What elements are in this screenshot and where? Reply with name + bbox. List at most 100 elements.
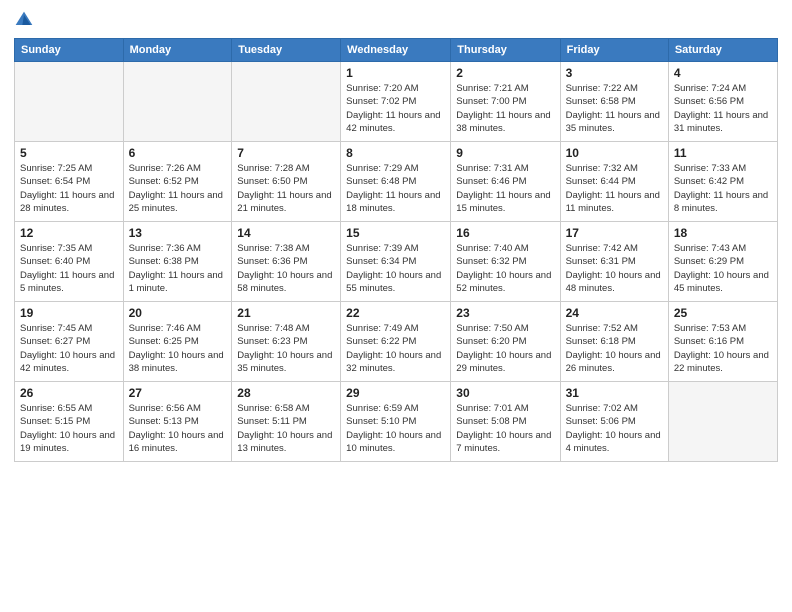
- calendar-cell: 28 Sunrise: 6:58 AM Sunset: 5:11 PM Dayli…: [232, 382, 341, 462]
- calendar-cell: 11 Sunrise: 7:33 AM Sunset: 6:42 PM Dayli…: [668, 142, 777, 222]
- calendar-week-1: 5 Sunrise: 7:25 AM Sunset: 6:54 PM Daylig…: [15, 142, 778, 222]
- calendar-header: SundayMondayTuesdayWednesdayThursdayFrid…: [15, 39, 778, 62]
- calendar-cell: 29 Sunrise: 6:59 AM Sunset: 5:10 PM Dayli…: [341, 382, 451, 462]
- calendar-cell: 20 Sunrise: 7:46 AM Sunset: 6:25 PM Dayli…: [123, 302, 232, 382]
- calendar-cell: 4 Sunrise: 7:24 AM Sunset: 6:56 PM Daylig…: [668, 62, 777, 142]
- day-number: 31: [566, 386, 663, 400]
- day-info: Sunrise: 6:59 AM Sunset: 5:10 PM Dayligh…: [346, 402, 445, 455]
- day-number: 8: [346, 146, 445, 160]
- calendar-cell: 23Sunrise: 7:50 AM Sunset: 6:20 PM Dayli…: [451, 302, 560, 382]
- calendar-cell: 21 Sunrise: 7:48 AM Sunset: 6:23 PM Dayli…: [232, 302, 341, 382]
- day-info: Sunrise: 7:39 AM Sunset: 6:34 PM Dayligh…: [346, 242, 445, 295]
- calendar-cell: 2Sunrise: 7:21 AM Sunset: 7:00 PM Daylig…: [451, 62, 560, 142]
- day-info: Sunrise: 7:48 AM Sunset: 6:23 PM Dayligh…: [237, 322, 335, 375]
- day-number: 25: [674, 306, 772, 320]
- day-number: 19: [20, 306, 118, 320]
- day-info: Sunrise: 7:01 AM Sunset: 5:08 PM Dayligh…: [456, 402, 554, 455]
- day-number: 1: [346, 66, 445, 80]
- day-info: Sunrise: 7:42 AM Sunset: 6:31 PM Dayligh…: [566, 242, 663, 295]
- day-number: 28: [237, 386, 335, 400]
- calendar-cell: 10 Sunrise: 7:32 AM Sunset: 6:44 PM Dayli…: [560, 142, 668, 222]
- day-number: 22: [346, 306, 445, 320]
- day-info: Sunrise: 7:20 AM Sunset: 7:02 PM Dayligh…: [346, 82, 445, 135]
- day-number: 2: [456, 66, 554, 80]
- page: SundayMondayTuesdayWednesdayThursdayFrid…: [0, 0, 792, 612]
- weekday-header-sunday: Sunday: [15, 39, 124, 62]
- weekday-header-thursday: Thursday: [451, 39, 560, 62]
- calendar-cell: [123, 62, 232, 142]
- day-info: Sunrise: 7:38 AM Sunset: 6:36 PM Dayligh…: [237, 242, 335, 295]
- calendar-cell: 12 Sunrise: 7:35 AM Sunset: 6:40 PM Dayli…: [15, 222, 124, 302]
- day-info: Sunrise: 7:36 AM Sunset: 6:38 PM Dayligh…: [129, 242, 227, 295]
- weekday-header-tuesday: Tuesday: [232, 39, 341, 62]
- day-info: Sunrise: 7:35 AM Sunset: 6:40 PM Dayligh…: [20, 242, 118, 295]
- calendar-cell: 25 Sunrise: 7:53 AM Sunset: 6:16 PM Dayli…: [668, 302, 777, 382]
- day-info: Sunrise: 6:55 AM Sunset: 5:15 PM Dayligh…: [20, 402, 118, 455]
- day-number: 12: [20, 226, 118, 240]
- day-number: 6: [129, 146, 227, 160]
- day-number: 16: [456, 226, 554, 240]
- day-info: Sunrise: 7:02 AM Sunset: 5:06 PM Dayligh…: [566, 402, 663, 455]
- calendar-cell: 14 Sunrise: 7:38 AM Sunset: 6:36 PM Dayli…: [232, 222, 341, 302]
- day-info: Sunrise: 7:32 AM Sunset: 6:44 PM Dayligh…: [566, 162, 663, 215]
- calendar-cell: 1 Sunrise: 7:20 AM Sunset: 7:02 PM Daylig…: [341, 62, 451, 142]
- day-number: 13: [129, 226, 227, 240]
- calendar-week-2: 12 Sunrise: 7:35 AM Sunset: 6:40 PM Dayli…: [15, 222, 778, 302]
- weekday-header-wednesday: Wednesday: [341, 39, 451, 62]
- day-number: 5: [20, 146, 118, 160]
- day-info: Sunrise: 7:25 AM Sunset: 6:54 PM Dayligh…: [20, 162, 118, 215]
- calendar-cell: 16 Sunrise: 7:40 AM Sunset: 6:32 PM Dayli…: [451, 222, 560, 302]
- day-info: Sunrise: 7:40 AM Sunset: 6:32 PM Dayligh…: [456, 242, 554, 295]
- day-info: Sunrise: 7:46 AM Sunset: 6:25 PM Dayligh…: [129, 322, 227, 375]
- day-info: Sunrise: 7:45 AM Sunset: 6:27 PM Dayligh…: [20, 322, 118, 375]
- calendar-table: SundayMondayTuesdayWednesdayThursdayFrid…: [14, 38, 778, 462]
- calendar-cell: 13 Sunrise: 7:36 AM Sunset: 6:38 PM Dayli…: [123, 222, 232, 302]
- day-info: Sunrise: 7:31 AM Sunset: 6:46 PM Dayligh…: [456, 162, 554, 215]
- day-info: Sunrise: 7:33 AM Sunset: 6:42 PM Dayligh…: [674, 162, 772, 215]
- weekday-row: SundayMondayTuesdayWednesdayThursdayFrid…: [15, 39, 778, 62]
- calendar-cell: 27 Sunrise: 6:56 AM Sunset: 5:13 PM Dayli…: [123, 382, 232, 462]
- day-number: 4: [674, 66, 772, 80]
- calendar-cell: 6 Sunrise: 7:26 AM Sunset: 6:52 PM Daylig…: [123, 142, 232, 222]
- calendar-cell: 5 Sunrise: 7:25 AM Sunset: 6:54 PM Daylig…: [15, 142, 124, 222]
- calendar-cell: 26 Sunrise: 6:55 AM Sunset: 5:15 PM Dayli…: [15, 382, 124, 462]
- day-number: 29: [346, 386, 445, 400]
- logo-icon: [14, 10, 34, 30]
- day-number: 27: [129, 386, 227, 400]
- day-info: Sunrise: 7:49 AM Sunset: 6:22 PM Dayligh…: [346, 322, 445, 375]
- day-number: 23: [456, 306, 554, 320]
- calendar-body: 1 Sunrise: 7:20 AM Sunset: 7:02 PM Daylig…: [15, 62, 778, 462]
- day-info: Sunrise: 7:52 AM Sunset: 6:18 PM Dayligh…: [566, 322, 663, 375]
- day-number: 20: [129, 306, 227, 320]
- day-info: Sunrise: 7:28 AM Sunset: 6:50 PM Dayligh…: [237, 162, 335, 215]
- weekday-header-saturday: Saturday: [668, 39, 777, 62]
- weekday-header-friday: Friday: [560, 39, 668, 62]
- calendar-week-4: 26 Sunrise: 6:55 AM Sunset: 5:15 PM Dayli…: [15, 382, 778, 462]
- day-number: 30: [456, 386, 554, 400]
- calendar-cell: 19 Sunrise: 7:45 AM Sunset: 6:27 PM Dayli…: [15, 302, 124, 382]
- day-info: Sunrise: 6:58 AM Sunset: 5:11 PM Dayligh…: [237, 402, 335, 455]
- calendar-cell: 24 Sunrise: 7:52 AM Sunset: 6:18 PM Dayli…: [560, 302, 668, 382]
- day-number: 24: [566, 306, 663, 320]
- day-number: 3: [566, 66, 663, 80]
- day-number: 14: [237, 226, 335, 240]
- day-number: 11: [674, 146, 772, 160]
- day-info: Sunrise: 7:43 AM Sunset: 6:29 PM Dayligh…: [674, 242, 772, 295]
- calendar-cell: 7Sunrise: 7:28 AM Sunset: 6:50 PM Daylig…: [232, 142, 341, 222]
- day-info: Sunrise: 7:53 AM Sunset: 6:16 PM Dayligh…: [674, 322, 772, 375]
- day-number: 26: [20, 386, 118, 400]
- day-info: Sunrise: 6:56 AM Sunset: 5:13 PM Dayligh…: [129, 402, 227, 455]
- day-number: 17: [566, 226, 663, 240]
- weekday-header-monday: Monday: [123, 39, 232, 62]
- calendar-week-3: 19 Sunrise: 7:45 AM Sunset: 6:27 PM Dayli…: [15, 302, 778, 382]
- day-info: Sunrise: 7:24 AM Sunset: 6:56 PM Dayligh…: [674, 82, 772, 135]
- day-number: 21: [237, 306, 335, 320]
- calendar-week-0: 1 Sunrise: 7:20 AM Sunset: 7:02 PM Daylig…: [15, 62, 778, 142]
- calendar-cell: 8Sunrise: 7:29 AM Sunset: 6:48 PM Daylig…: [341, 142, 451, 222]
- calendar-cell: 3Sunrise: 7:22 AM Sunset: 6:58 PM Daylig…: [560, 62, 668, 142]
- calendar-cell: [232, 62, 341, 142]
- day-info: Sunrise: 7:26 AM Sunset: 6:52 PM Dayligh…: [129, 162, 227, 215]
- calendar-cell: 17 Sunrise: 7:42 AM Sunset: 6:31 PM Dayli…: [560, 222, 668, 302]
- day-number: 18: [674, 226, 772, 240]
- day-number: 10: [566, 146, 663, 160]
